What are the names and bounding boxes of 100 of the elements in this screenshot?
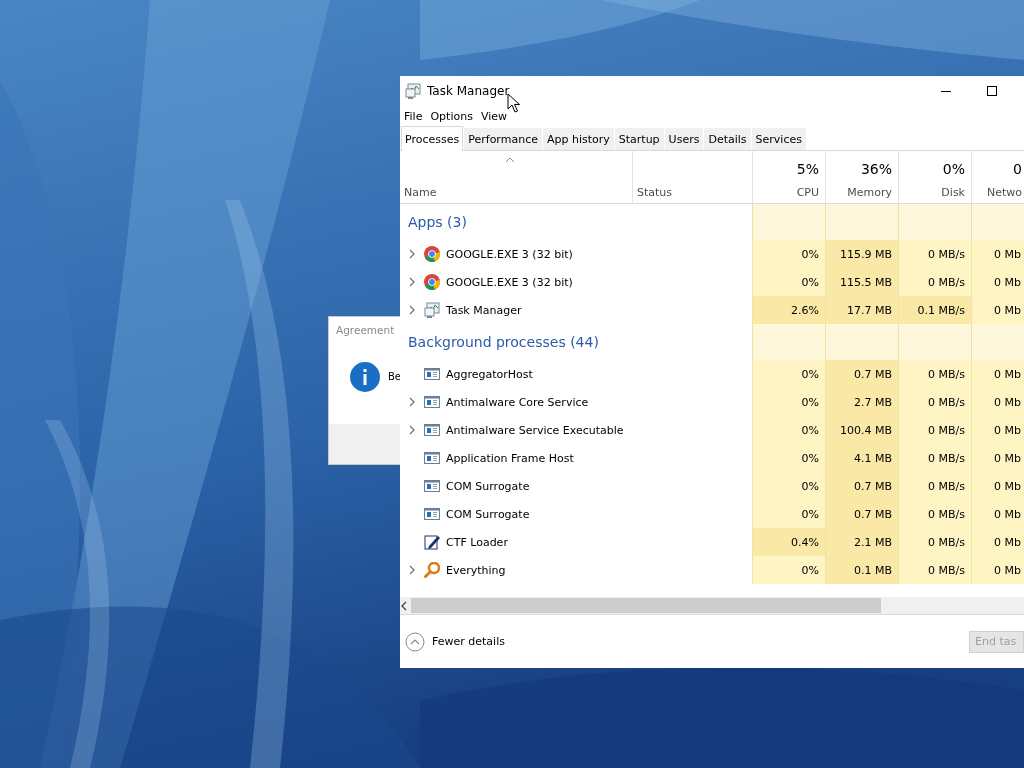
table-cell: 0 MB/s	[898, 500, 971, 528]
table-cell: 0 Mb	[971, 240, 1024, 268]
process-row[interactable]: Antimalware Service Executable	[400, 416, 632, 444]
window-icon	[424, 506, 440, 522]
monitor-icon	[424, 302, 440, 318]
tab[interactable]: Startup	[614, 128, 664, 150]
process-row[interactable]: CTF Loader	[400, 528, 632, 556]
window-icon	[424, 450, 440, 466]
table-cell: 0 MB/s	[898, 360, 971, 388]
chevron-icon	[409, 277, 415, 287]
pen-icon	[424, 534, 440, 550]
process-row[interactable]: Everything	[400, 556, 632, 584]
chevron-icon	[409, 249, 415, 259]
collapse-icon	[405, 631, 425, 652]
table-cell: 0%	[752, 472, 825, 500]
table-cell: 0 Mb	[971, 528, 1024, 556]
window-icon	[424, 422, 440, 438]
browser-icon	[424, 274, 440, 290]
window-icon	[424, 478, 440, 494]
magnifier-icon	[424, 562, 440, 578]
maximize-icon	[987, 86, 997, 96]
table-cell: 0 Mb	[971, 416, 1024, 444]
chevron-icon	[409, 565, 415, 575]
monitor-icon	[405, 83, 421, 99]
process-name: Everything	[446, 563, 506, 577]
usage-total: 5%	[796, 161, 819, 177]
tab[interactable]: Processes	[401, 126, 464, 151]
table-cell: 0%	[752, 360, 825, 388]
table-cell: 0.7 MB	[825, 360, 898, 388]
table-cell: 0%	[752, 268, 825, 296]
column-label: Memory	[847, 186, 892, 199]
table-cell: 0 Mb	[971, 500, 1024, 528]
scrollbar-thumb[interactable]	[411, 598, 881, 613]
process-row[interactable]: Task Manager	[400, 296, 632, 324]
column-header[interactable]: 36% Memory	[825, 151, 898, 203]
tab[interactable]: Services	[751, 128, 806, 150]
table-cell: 4.1 MB	[825, 444, 898, 472]
table-cell: 0 MB/s	[898, 444, 971, 472]
tab[interactable]: Performance	[464, 128, 542, 150]
process-name: COM Surrogate	[446, 479, 530, 493]
window-icon	[424, 394, 440, 410]
column-label: CPU	[796, 186, 819, 199]
process-row[interactable]: COM Surrogate	[400, 472, 632, 500]
table-cell: 0%	[752, 416, 825, 444]
process-row[interactable]: GOOGLE.EXE 3 (32 bit)	[400, 240, 632, 268]
process-name: Antimalware Core Service	[446, 395, 589, 409]
table-cell: 115.9 MB	[825, 240, 898, 268]
process-name: COM Surrogate	[446, 507, 530, 521]
column-header[interactable]: 5% CPU	[752, 151, 825, 203]
process-row[interactable]: Antimalware Core Service	[400, 388, 632, 416]
menu-item[interactable]: File	[404, 109, 427, 123]
column-label: Name	[404, 186, 437, 199]
table-cell: 17.7 MB	[825, 296, 898, 324]
process-name: AggregatorHost	[446, 367, 533, 381]
dialog-message: Be	[388, 371, 401, 382]
info-icon	[350, 361, 380, 392]
table-cell: 0.7 MB	[825, 472, 898, 500]
group-title: Background processes (44)	[408, 334, 599, 350]
window-icon	[424, 366, 440, 382]
table-cell: 0.4%	[752, 528, 825, 556]
table-cell: 0%	[752, 240, 825, 268]
column-header[interactable]: 0% Disk	[898, 151, 971, 203]
chevron-icon	[409, 397, 415, 407]
tab[interactable]: Details	[704, 128, 751, 150]
table-cell: 0 Mb	[971, 360, 1024, 388]
table-cell: 2.7 MB	[825, 388, 898, 416]
table-cell: 0 MB/s	[898, 388, 971, 416]
table-cell: 2.6%	[752, 296, 825, 324]
fewer-details-link[interactable]: Fewer details	[432, 635, 505, 648]
usage-total: 0	[1013, 161, 1022, 177]
tab[interactable]: Users	[664, 128, 704, 150]
table-cell: 2.1 MB	[825, 528, 898, 556]
table-cell: 0 Mb	[971, 472, 1024, 500]
table-cell: 0 MB/s	[898, 556, 971, 584]
menu-item[interactable]: Options	[430, 109, 477, 123]
table-cell: 0 MB/s	[898, 472, 971, 500]
column-header[interactable]: Name	[400, 151, 632, 203]
chevron-icon	[409, 425, 415, 435]
process-name: GOOGLE.EXE 3 (32 bit)	[446, 247, 573, 261]
menu-item[interactable]: View	[480, 109, 511, 123]
process-row[interactable]: Application Frame Host	[400, 444, 632, 472]
table-cell: 0%	[752, 556, 825, 584]
process-row[interactable]: COM Surrogate	[400, 500, 632, 528]
sort-icon	[505, 157, 515, 163]
table-cell: 0%	[752, 444, 825, 472]
table-cell: 0.1 MB	[825, 556, 898, 584]
column-header[interactable]: 0 Netwo	[971, 151, 1024, 203]
table-cell: 0 MB/s	[898, 268, 971, 296]
column-label: Disk	[941, 186, 965, 199]
table-cell: 0 Mb	[971, 296, 1024, 324]
table-cell: 115.5 MB	[825, 268, 898, 296]
process-row[interactable]: AggregatorHost	[400, 360, 632, 388]
browser-icon	[424, 246, 440, 262]
table-cell: 0%	[752, 388, 825, 416]
column-header[interactable]: Status	[632, 151, 752, 203]
chevron-icon	[409, 305, 415, 315]
process-name: GOOGLE.EXE 3 (32 bit)	[446, 275, 573, 289]
process-row[interactable]: GOOGLE.EXE 3 (32 bit)	[400, 268, 632, 296]
table-cell: 0.7 MB	[825, 500, 898, 528]
tab[interactable]: App history	[542, 128, 614, 150]
